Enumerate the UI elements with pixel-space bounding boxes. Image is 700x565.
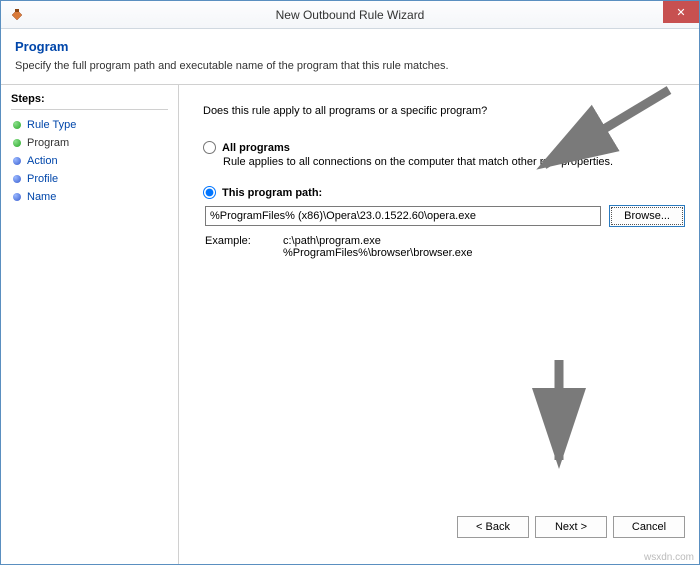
step-label: Profile bbox=[27, 173, 58, 185]
annotation-arrow-1 bbox=[509, 85, 679, 185]
cancel-button[interactable]: Cancel bbox=[613, 516, 685, 538]
page-title: Program bbox=[15, 39, 685, 54]
step-program: Program bbox=[11, 134, 168, 152]
page-subtitle: Specify the full program path and execut… bbox=[15, 60, 685, 72]
step-profile[interactable]: Profile bbox=[11, 170, 168, 188]
bullet-icon bbox=[13, 157, 21, 165]
back-button[interactable]: < Back bbox=[457, 516, 529, 538]
bullet-icon bbox=[13, 193, 21, 201]
radio-all-label: All programs bbox=[222, 142, 290, 154]
step-rule-type[interactable]: Rule Type bbox=[11, 116, 168, 134]
radio-all-programs[interactable] bbox=[203, 141, 216, 154]
prompt-text: Does this rule apply to all programs or … bbox=[203, 105, 685, 117]
radio-all-desc: Rule applies to all connections on the c… bbox=[223, 156, 685, 168]
wizard-body: Steps: Rule Type Program Action Profile … bbox=[1, 85, 699, 564]
steps-sidebar: Steps: Rule Type Program Action Profile … bbox=[1, 85, 179, 564]
window-title: New Outbound Rule Wizard bbox=[1, 8, 699, 22]
annotation-arrow-2 bbox=[529, 355, 589, 475]
wizard-window: New Outbound Rule Wizard ✕ Program Speci… bbox=[0, 0, 700, 565]
program-path-row: Browse... bbox=[205, 205, 685, 227]
watermark: wsxdn.com bbox=[644, 552, 694, 563]
close-button[interactable]: ✕ bbox=[663, 1, 699, 23]
step-name[interactable]: Name bbox=[11, 188, 168, 206]
bullet-icon bbox=[13, 139, 21, 147]
titlebar: New Outbound Rule Wizard ✕ bbox=[1, 1, 699, 29]
steps-heading: Steps: bbox=[11, 93, 168, 110]
example-line1: c:\path\program.exe bbox=[283, 235, 473, 247]
step-label: Rule Type bbox=[27, 119, 76, 131]
browse-button[interactable]: Browse... bbox=[609, 205, 685, 227]
wizard-content: Does this rule apply to all programs or … bbox=[179, 85, 699, 564]
bullet-icon bbox=[13, 175, 21, 183]
example-label: Example: bbox=[205, 235, 283, 259]
radio-program-path[interactable] bbox=[203, 186, 216, 199]
close-icon: ✕ bbox=[676, 6, 685, 19]
example-values: c:\path\program.exe %ProgramFiles%\brows… bbox=[283, 235, 473, 259]
wizard-footer: < Back Next > Cancel bbox=[203, 506, 685, 554]
example-row: Example: c:\path\program.exe %ProgramFil… bbox=[205, 235, 685, 259]
program-path-input[interactable] bbox=[205, 206, 601, 226]
option-all-programs[interactable]: All programs bbox=[203, 141, 685, 154]
step-label: Action bbox=[27, 155, 58, 167]
radio-path-label: This program path: bbox=[222, 187, 322, 199]
wizard-header: Program Specify the full program path an… bbox=[1, 29, 699, 85]
step-action[interactable]: Action bbox=[11, 152, 168, 170]
bullet-icon bbox=[13, 121, 21, 129]
step-label: Program bbox=[27, 137, 69, 149]
example-line2: %ProgramFiles%\browser\browser.exe bbox=[283, 247, 473, 259]
step-label: Name bbox=[27, 191, 56, 203]
option-program-path[interactable]: This program path: bbox=[203, 186, 685, 199]
next-button[interactable]: Next > bbox=[535, 516, 607, 538]
